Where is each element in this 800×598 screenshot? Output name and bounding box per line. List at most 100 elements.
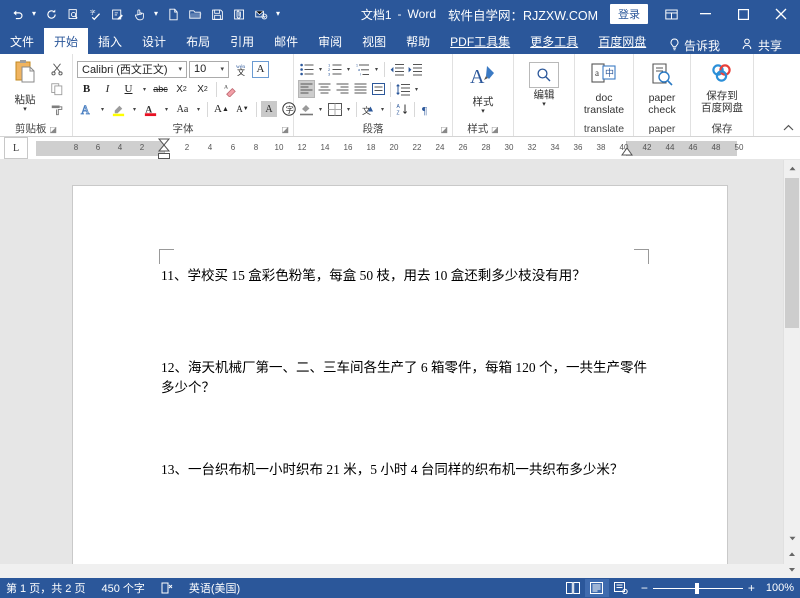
tab-help[interactable]: 帮助 [396,28,440,54]
paper-check-button[interactable]: paper check [638,58,686,116]
doc-translate-button[interactable]: a中 doc translate [579,58,629,116]
font-size-combobox[interactable]: 10 ▾ [189,60,229,78]
grow-font-icon[interactable]: A ▲ [212,100,231,118]
show-formatting-marks-icon[interactable]: ¶ [418,100,435,118]
save-to-baidu-button[interactable]: 保存到 百度网盘 [696,58,748,114]
multilevel-list-icon[interactable]: 1ai [354,60,371,78]
previous-page-button[interactable] [784,545,800,562]
bold-button[interactable]: B [77,80,96,98]
numbering-icon[interactable]: 123 [326,60,343,78]
styles-button[interactable]: A 样式 ▾ [460,58,506,115]
redo-icon[interactable] [40,3,62,25]
minimize-button[interactable] [686,0,724,28]
shrink-font-icon[interactable]: A ▼ [233,100,252,118]
language-indicator[interactable]: 英语(美国) [189,580,240,596]
scroll-up-button[interactable] [784,160,800,177]
print-layout-button[interactable] [584,579,609,597]
tab-file[interactable]: 文件 [0,28,44,54]
horizontal-ruler[interactable]: 8 6 4 2 2 4 6 8 10 12 14 16 18 20 22 24 … [36,138,782,159]
align-left-icon[interactable] [298,80,315,98]
bullets-icon[interactable] [298,60,315,78]
proofing-errors-icon[interactable] [161,582,173,594]
align-center-icon[interactable] [316,80,333,98]
read-mode-button[interactable] [561,579,585,597]
tab-mailings[interactable]: 邮件 [264,28,308,54]
paragraph-12[interactable]: 12、海天机械厂第一、二、三车间各生产了 6 箱零件，每箱 120 个，一共生产… [161,358,651,398]
right-indent-marker[interactable] [621,146,633,158]
paste-button[interactable]: 粘贴 ▾ [4,58,46,113]
tab-layout[interactable]: 布局 [176,28,220,54]
tab-more-tools[interactable]: 更多工具 [520,28,588,54]
zoom-control[interactable]: − + 100% [641,582,794,594]
char-border-icon[interactable]: A [252,60,269,78]
vertical-scroll-thumb[interactable] [785,178,799,328]
underline-button[interactable]: U [119,80,138,98]
highlight-color-icon[interactable] [109,100,128,118]
attach-icon[interactable] [228,3,250,25]
change-case-caret-icon[interactable]: ▾ [194,106,203,113]
highlight-caret-icon[interactable]: ▾ [130,106,139,113]
copy-icon[interactable] [48,80,66,97]
maximize-button[interactable] [724,0,762,28]
distribute-icon[interactable] [370,80,387,98]
zoom-slider-track[interactable] [652,582,743,594]
text-arrange-icon[interactable]: 文 [360,100,377,118]
font-color-caret-icon[interactable]: ▾ [162,106,171,113]
font-name-caret-icon[interactable]: ▾ [176,65,184,73]
align-right-icon[interactable] [334,80,351,98]
paste-dropdown-caret-icon[interactable]: ▾ [23,106,27,113]
document-body-text[interactable]: 11、学校买 15 盒彩色粉笔，每盒 50 枝，用去 10 盒还剩多少枝没有用？… [161,266,651,552]
shading-icon[interactable] [298,100,315,118]
undo-icon[interactable] [6,3,28,25]
email-icon[interactable] [250,3,272,25]
change-case-button[interactable]: Aa [173,100,192,118]
borders-caret-icon[interactable]: ▾ [344,106,353,113]
sort-icon[interactable]: AZ [394,100,411,118]
paragraph-11[interactable]: 11、学校买 15 盒彩色粉笔，每盒 50 枝，用去 10 盒还剩多少枝没有用？ [161,266,651,286]
next-page-button[interactable] [784,561,800,578]
justify-icon[interactable] [352,80,369,98]
editing-button[interactable]: 编辑 ▾ [521,58,567,108]
open-folder-icon[interactable] [184,3,206,25]
web-layout-button[interactable] [609,579,633,597]
document-page[interactable]: 11、学校买 15 盒彩色粉笔，每盒 50 枝，用去 10 盒还剩多少枝没有用？… [73,186,727,578]
font-size-caret-icon[interactable]: ▾ [218,65,226,73]
save-icon[interactable] [206,3,228,25]
customize-qat-icon[interactable]: ▾ [272,3,284,25]
styles-caret-icon[interactable]: ▾ [481,108,485,115]
touch-mode-dropdown-caret-icon[interactable]: ▾ [150,3,162,25]
tab-review[interactable]: 审阅 [308,28,352,54]
horizontal-scrollbar[interactable] [0,564,784,578]
italic-button[interactable]: I [98,80,117,98]
line-spacing-icon[interactable] [394,80,411,98]
font-name-combobox[interactable]: Calibri (西文正文) ▾ [77,60,187,78]
line-spacing-caret-icon[interactable]: ▾ [412,86,421,93]
clear-formatting-icon[interactable]: A [221,80,240,98]
text-effects-icon[interactable]: A [77,100,96,118]
tab-stop-selector[interactable]: L [4,137,28,159]
tell-me-button[interactable]: 告诉我 [661,37,728,54]
numbering-caret-icon[interactable]: ▾ [344,66,353,73]
strikethrough-button[interactable]: abc [151,80,170,98]
close-button[interactable] [762,0,800,28]
zoom-slider-thumb[interactable] [694,582,699,594]
tab-home[interactable]: 开始 [44,28,89,54]
document-canvas[interactable]: 11、学校买 15 盒彩色粉笔，每盒 50 枝，用去 10 盒还剩多少枝没有用？… [0,160,800,578]
phonetic-guide-icon[interactable]: wén 文 [231,60,250,78]
paragraph-dialog-launcher-icon[interactable]: ◪ [440,123,448,136]
paragraph-13[interactable]: 13、一台织布机一小时织布 21 米，5 小时 4 台同样的织布机一共织布多少米… [161,460,651,480]
ribbon-display-options-icon[interactable] [656,0,686,28]
share-button[interactable]: 共享 [732,37,792,54]
format-painter-icon[interactable] [48,100,66,117]
word-count[interactable]: 450 个字 [101,580,144,596]
zoom-in-button[interactable]: + [748,582,755,594]
bullets-caret-icon[interactable]: ▾ [316,66,325,73]
spell-check-icon[interactable]: 字 [84,3,106,25]
superscript-button[interactable]: X2 [193,80,212,98]
undo-dropdown-caret-icon[interactable]: ▾ [28,3,40,25]
tab-view[interactable]: 视图 [352,28,396,54]
font-color-icon[interactable]: A [141,100,160,118]
editing-caret-icon[interactable]: ▾ [542,101,546,108]
zoom-out-button[interactable]: − [641,582,648,594]
text-effects-caret-icon[interactable]: ▾ [98,106,107,113]
